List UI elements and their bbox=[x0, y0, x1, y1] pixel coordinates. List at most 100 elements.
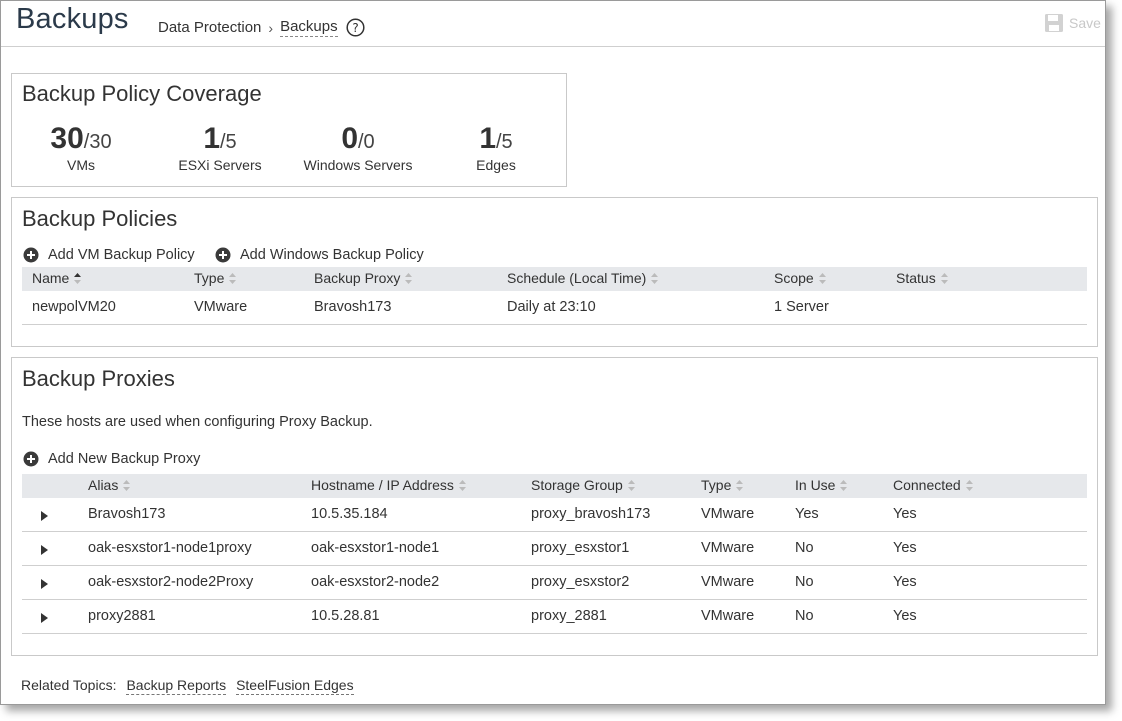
sort-icon bbox=[818, 272, 826, 284]
column-name[interactable]: Name bbox=[32, 270, 82, 286]
svg-text:?: ? bbox=[352, 21, 358, 35]
expand-caret-icon[interactable] bbox=[41, 511, 48, 521]
column-schedule-label: Schedule (Local Time) bbox=[507, 270, 647, 286]
save-icon bbox=[1045, 14, 1063, 32]
coverage-esxi-label: ESXi Servers bbox=[178, 157, 262, 173]
column-status-label: Status bbox=[896, 270, 936, 286]
sort-icon bbox=[458, 479, 466, 491]
table-row[interactable]: oak-esxstor1-node1proxy oak-esxstor1-nod… bbox=[22, 532, 1087, 566]
sort-icon bbox=[940, 272, 948, 284]
proxy-connected: Yes bbox=[893, 608, 917, 624]
sort-icon bbox=[123, 479, 131, 491]
sort-icon bbox=[736, 479, 744, 491]
column-in-use[interactable]: In Use bbox=[795, 477, 848, 493]
proxy-type: VMware bbox=[701, 506, 755, 522]
column-connected[interactable]: Connected bbox=[893, 477, 973, 493]
table-row[interactable]: proxy2881 10.5.28.81 proxy_2881 VMware N… bbox=[22, 600, 1087, 634]
add-vm-backup-policy-label: Add VM Backup Policy bbox=[48, 247, 195, 263]
coverage-esxi-total: /5 bbox=[220, 131, 237, 153]
breadcrumb: Data Protection › Backups ? bbox=[158, 18, 365, 37]
proxy-storage-group: proxy_bravosh173 bbox=[531, 506, 651, 522]
add-windows-backup-policy-label: Add Windows Backup Policy bbox=[240, 247, 424, 263]
coverage-edges: 1/5 Edges bbox=[426, 124, 566, 174]
column-type-label: Type bbox=[701, 477, 732, 493]
proxy-storage-group: proxy_esxstor1 bbox=[531, 540, 630, 556]
expand-caret-icon[interactable] bbox=[41, 579, 48, 589]
sort-icon bbox=[965, 479, 973, 491]
column-backup-proxy[interactable]: Backup Proxy bbox=[314, 270, 413, 286]
column-storage-group[interactable]: Storage Group bbox=[531, 477, 635, 493]
sort-icon bbox=[229, 272, 237, 284]
coverage-windows-label: Windows Servers bbox=[303, 157, 413, 173]
column-hostname[interactable]: Hostname / IP Address bbox=[311, 477, 466, 493]
proxy-alias: oak-esxstor1-node1proxy bbox=[88, 540, 252, 556]
coverage-edges-total: /5 bbox=[496, 131, 513, 153]
proxy-type: VMware bbox=[701, 540, 755, 556]
add-windows-backup-policy-button[interactable]: Add Windows Backup Policy bbox=[215, 247, 424, 263]
proxy-type: VMware bbox=[701, 574, 755, 590]
save-label: Save bbox=[1069, 15, 1101, 31]
proxy-in-use: No bbox=[795, 540, 814, 556]
expand-caret-icon[interactable] bbox=[41, 613, 48, 623]
coverage-vms-count: 30 bbox=[50, 122, 84, 155]
breadcrumb-backups[interactable]: Backups bbox=[280, 18, 338, 37]
save-button[interactable]: Save bbox=[1044, 13, 1101, 33]
help-icon[interactable]: ? bbox=[346, 18, 365, 37]
backups-page: Backups Data Protection › Backups ? Save… bbox=[0, 0, 1106, 705]
proxy-storage-group: proxy_esxstor2 bbox=[531, 574, 630, 590]
proxy-hostname: oak-esxstor1-node1 bbox=[311, 540, 440, 556]
plus-circle-icon bbox=[23, 451, 39, 467]
column-alias-label: Alias bbox=[88, 477, 119, 493]
related-link-backup-reports[interactable]: Backup Reports bbox=[126, 677, 227, 695]
column-storage-group-label: Storage Group bbox=[531, 477, 623, 493]
proxies-description: These hosts are used when configuring Pr… bbox=[22, 414, 373, 430]
column-in-use-label: In Use bbox=[795, 477, 836, 493]
related-link-steelfusion-edges[interactable]: SteelFusion Edges bbox=[236, 677, 354, 695]
table-row[interactable]: newpolVM20 VMware Bravosh173 Daily at 23… bbox=[22, 291, 1087, 325]
breadcrumb-data-protection[interactable]: Data Protection bbox=[158, 19, 261, 36]
backup-proxies-panel: Backup Proxies These hosts are used when… bbox=[11, 357, 1098, 656]
table-row[interactable]: Bravosh173 10.5.35.184 proxy_bravosh173 … bbox=[22, 498, 1087, 532]
column-status[interactable]: Status bbox=[896, 270, 948, 286]
related-topics-label: Related Topics: bbox=[21, 677, 117, 693]
page-header: Backups Data Protection › Backups ? Save bbox=[1, 1, 1105, 47]
proxies-table-header: Alias Hostname / IP Address Storage Grou… bbox=[22, 474, 1087, 498]
proxy-connected: Yes bbox=[893, 540, 917, 556]
table-row[interactable]: oak-esxstor2-node2Proxy oak-esxstor2-nod… bbox=[22, 566, 1087, 600]
column-type[interactable]: Type bbox=[194, 270, 237, 286]
proxy-hostname: 10.5.28.81 bbox=[311, 608, 380, 624]
sort-icon bbox=[651, 272, 659, 284]
expand-caret-icon[interactable] bbox=[41, 545, 48, 555]
column-type[interactable]: Type bbox=[701, 477, 744, 493]
coverage-vms-label: VMs bbox=[67, 157, 95, 173]
backup-policy-coverage-panel: Backup Policy Coverage 30/30 VMs 1/5 ESX… bbox=[11, 73, 567, 187]
add-new-backup-proxy-label: Add New Backup Proxy bbox=[48, 451, 201, 467]
policy-name: newpolVM20 bbox=[32, 299, 116, 315]
page-title: Backups bbox=[16, 3, 129, 35]
proxy-in-use: No bbox=[795, 608, 814, 624]
chevron-right-icon: › bbox=[268, 19, 274, 36]
column-connected-label: Connected bbox=[893, 477, 961, 493]
sort-icon bbox=[405, 272, 413, 284]
column-scope[interactable]: Scope bbox=[774, 270, 826, 286]
sort-icon bbox=[840, 479, 848, 491]
proxy-type: VMware bbox=[701, 608, 755, 624]
column-type-label: Type bbox=[194, 270, 225, 286]
proxy-alias: Bravosh173 bbox=[88, 506, 166, 522]
plus-circle-icon bbox=[215, 247, 231, 263]
proxy-in-use: No bbox=[795, 574, 814, 590]
proxy-connected: Yes bbox=[893, 506, 917, 522]
policy-scope: 1 Server bbox=[774, 299, 829, 315]
coverage-windows-count: 0 bbox=[341, 122, 358, 155]
column-backup-proxy-label: Backup Proxy bbox=[314, 270, 401, 286]
column-alias[interactable]: Alias bbox=[88, 477, 131, 493]
column-schedule[interactable]: Schedule (Local Time) bbox=[507, 270, 659, 286]
coverage-esxi-count: 1 bbox=[203, 122, 220, 155]
add-vm-backup-policy-button[interactable]: Add VM Backup Policy bbox=[23, 247, 195, 263]
policy-proxy: Bravosh173 bbox=[314, 299, 392, 315]
coverage-vms-total: /30 bbox=[83, 131, 112, 153]
coverage-vms: 30/30 VMs bbox=[11, 122, 151, 174]
column-hostname-label: Hostname / IP Address bbox=[311, 477, 454, 493]
proxy-hostname: 10.5.35.184 bbox=[311, 506, 388, 522]
add-new-backup-proxy-button[interactable]: Add New Backup Proxy bbox=[23, 451, 200, 467]
